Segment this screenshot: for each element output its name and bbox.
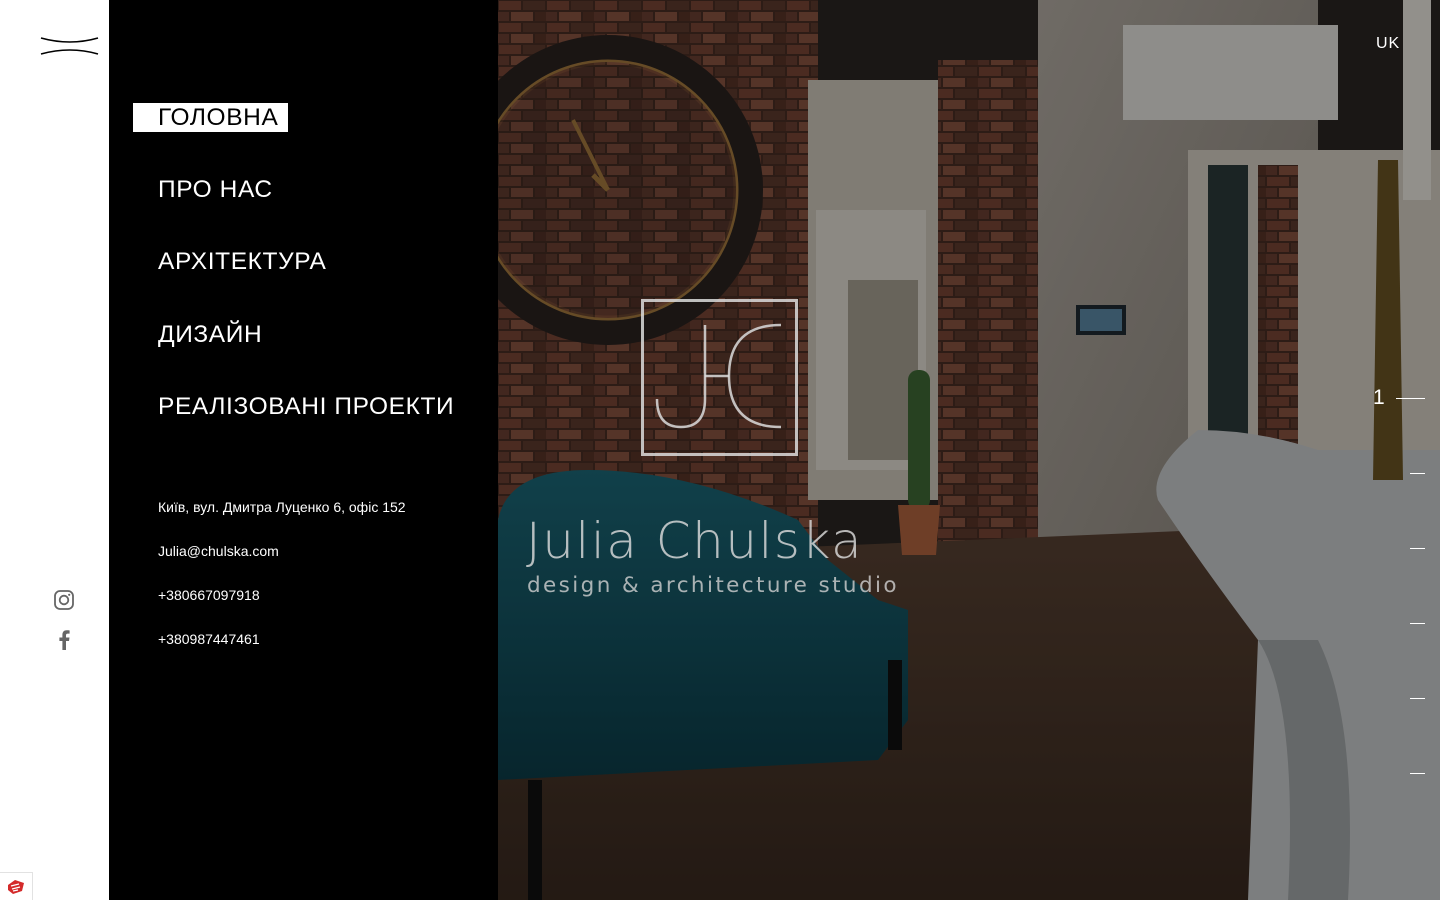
contact-email[interactable]: Julia@chulska.com [158,542,279,560]
nav-item-design[interactable]: ДИЗАЙН [158,320,262,350]
left-rail [0,0,109,900]
slide-indicator-1[interactable] [1396,398,1425,399]
widget-badge-icon[interactable] [0,872,33,900]
slide-number: 1 [1373,386,1385,409]
contact-phone-1[interactable]: +380667097918 [158,586,260,604]
nav-item-architecture[interactable]: АРХІТЕКТУРА [158,247,326,277]
nav-item-home[interactable]: ГОЛОВНА [133,103,289,132]
brand-tagline: design & architecture studio [527,573,899,598]
brand-name: Julia Chulska [526,512,864,570]
facebook-icon[interactable] [52,628,76,652]
hero-overlay [498,0,1440,900]
slide-indicator-4[interactable] [1410,623,1425,624]
instagram-icon[interactable] [52,588,76,612]
slide-indicator-5[interactable] [1410,698,1425,699]
nav-item-projects[interactable]: РЕАЛІЗОВАНІ ПРОЕКТИ [158,392,454,422]
slide-indicator-2[interactable] [1410,473,1425,474]
contact-address: Київ, вул. Дмитра Луценко 6, офіс 152 [158,499,406,515]
studio-logo-icon [641,299,798,456]
slide-indicator-3[interactable] [1410,548,1425,549]
nav-item-about[interactable]: ПРО НАС [158,175,273,205]
slide-indicator-6[interactable] [1410,773,1425,774]
language-switcher[interactable]: UK [1376,35,1400,53]
hero-slider: Julia Chulska design & architecture stud… [498,0,1440,900]
menu-panel: ГОЛОВНА ПРО НАС АРХІТЕКТУРА ДИЗАЙН РЕАЛІ… [109,0,498,900]
contact-phone-2[interactable]: +380987447461 [158,630,260,648]
close-menu-icon[interactable] [40,34,100,58]
